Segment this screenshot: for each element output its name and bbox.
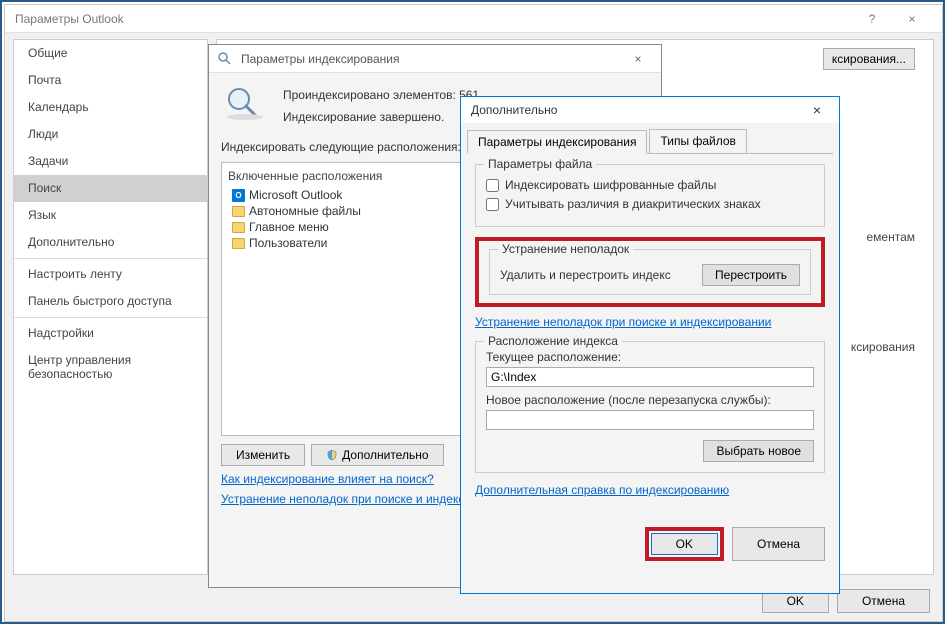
- current-location-input[interactable]: [486, 367, 814, 387]
- cancel-button[interactable]: Отмена: [837, 589, 930, 613]
- sidebar-item-trust-center[interactable]: Центр управления безопасностью: [14, 347, 207, 388]
- sidebar-item-search[interactable]: Поиск: [14, 175, 207, 202]
- sidebar-item-language[interactable]: Язык: [14, 202, 207, 229]
- advanced-footer: OK Отмена: [461, 519, 839, 569]
- new-location-input[interactable]: [486, 410, 814, 430]
- outlook-sidebar: Общие Почта Календарь Люди Задачи Поиск …: [13, 39, 208, 575]
- advanced-button[interactable]: Дополнительно: [311, 444, 443, 466]
- current-location-label: Текущее расположение:: [486, 350, 814, 364]
- advanced-titlebar: Дополнительно ×: [461, 97, 839, 123]
- advanced-dialog: Дополнительно × Параметры индексирования…: [460, 96, 840, 594]
- troubleshoot-highlight: Устранение неполадок Удалить и перестрои…: [475, 237, 825, 307]
- choose-new-button[interactable]: Выбрать новое: [703, 440, 814, 462]
- index-location-fieldset: Расположение индекса Текущее расположени…: [475, 341, 825, 473]
- file-settings-fieldset: Параметры файла Индексировать шифрованны…: [475, 164, 825, 227]
- sidebar-item-quick-access[interactable]: Панель быстрого доступа: [14, 288, 207, 315]
- troubleshoot-search-link[interactable]: Устранение неполадок при поиске и индекс…: [475, 315, 825, 329]
- folder-icon: [232, 238, 245, 249]
- sidebar-item-calendar[interactable]: Календарь: [14, 94, 207, 121]
- sidebar-item-advanced[interactable]: Дополнительно: [14, 229, 207, 256]
- diacritics-checkbox[interactable]: [486, 198, 499, 211]
- advanced-title: Дополнительно: [471, 103, 805, 117]
- shield-icon: [326, 449, 338, 461]
- sidebar-separator: [14, 258, 207, 259]
- sidebar-item-people[interactable]: Люди: [14, 121, 207, 148]
- outlook-titlebar: Параметры Outlook ? ×: [5, 5, 942, 33]
- folder-icon: [232, 222, 245, 233]
- encrypted-checkbox[interactable]: [486, 179, 499, 192]
- rebuild-row: Удалить и перестроить индекс Перестроить: [500, 264, 800, 286]
- troubleshoot-label: Устранение неполадок: [498, 242, 633, 256]
- indexing-options-button[interactable]: ксирования...: [823, 48, 915, 70]
- checkbox-row-encrypted: Индексировать шифрованные файлы: [486, 178, 814, 192]
- delete-rebuild-label: Удалить и перестроить индекс: [500, 268, 671, 282]
- choose-row: Выбрать новое: [486, 440, 814, 462]
- sidebar-item-mail[interactable]: Почта: [14, 67, 207, 94]
- sidebar-item-customize-ribbon[interactable]: Настроить ленту: [14, 261, 207, 288]
- ok-button[interactable]: OK: [651, 533, 718, 555]
- partial-text: ементам: [866, 230, 915, 244]
- ok-highlight: OK: [645, 527, 724, 561]
- sidebar-item-addins[interactable]: Надстройки: [14, 320, 207, 347]
- outlook-icon: O: [232, 189, 245, 202]
- modify-button[interactable]: Изменить: [221, 444, 305, 466]
- diacritics-label: Учитывать различия в диакритических знак…: [505, 197, 761, 211]
- encrypted-label: Индексировать шифрованные файлы: [505, 178, 716, 192]
- rebuild-button[interactable]: Перестроить: [702, 264, 800, 286]
- close-button[interactable]: ×: [892, 5, 932, 33]
- file-settings-label: Параметры файла: [484, 157, 596, 171]
- partial-text: ксирования: [851, 340, 915, 354]
- index-location-label: Расположение индекса: [484, 334, 622, 348]
- indexing-titlebar: Параметры индексирования ×: [209, 45, 661, 73]
- additional-help-link[interactable]: Дополнительная справка по индексированию: [475, 483, 825, 497]
- sidebar-item-general[interactable]: Общие: [14, 40, 207, 67]
- indexing-icon: [217, 51, 233, 67]
- help-button[interactable]: ?: [852, 5, 892, 33]
- tabs: Параметры индексирования Типы файлов: [467, 129, 833, 154]
- new-location-label: Новое расположение (после перезапуска сл…: [486, 393, 814, 407]
- sidebar-item-tasks[interactable]: Задачи: [14, 148, 207, 175]
- troubleshoot-fieldset: Устранение неполадок Удалить и перестрои…: [489, 249, 811, 295]
- magnifier-icon: [221, 85, 269, 121]
- outlook-title: Параметры Outlook: [15, 12, 852, 26]
- checkbox-row-diacritics: Учитывать различия в диакритических знак…: [486, 197, 814, 211]
- close-icon[interactable]: ×: [805, 102, 829, 118]
- tab-file-types[interactable]: Типы файлов: [649, 129, 746, 153]
- sidebar-separator: [14, 317, 207, 318]
- advanced-body: Параметры файла Индексировать шифрованны…: [461, 154, 839, 519]
- indexing-title: Параметры индексирования: [241, 52, 623, 66]
- cancel-button[interactable]: Отмена: [732, 527, 825, 561]
- tab-index-settings[interactable]: Параметры индексирования: [467, 130, 647, 154]
- folder-icon: [232, 206, 245, 217]
- close-icon[interactable]: ×: [623, 52, 653, 66]
